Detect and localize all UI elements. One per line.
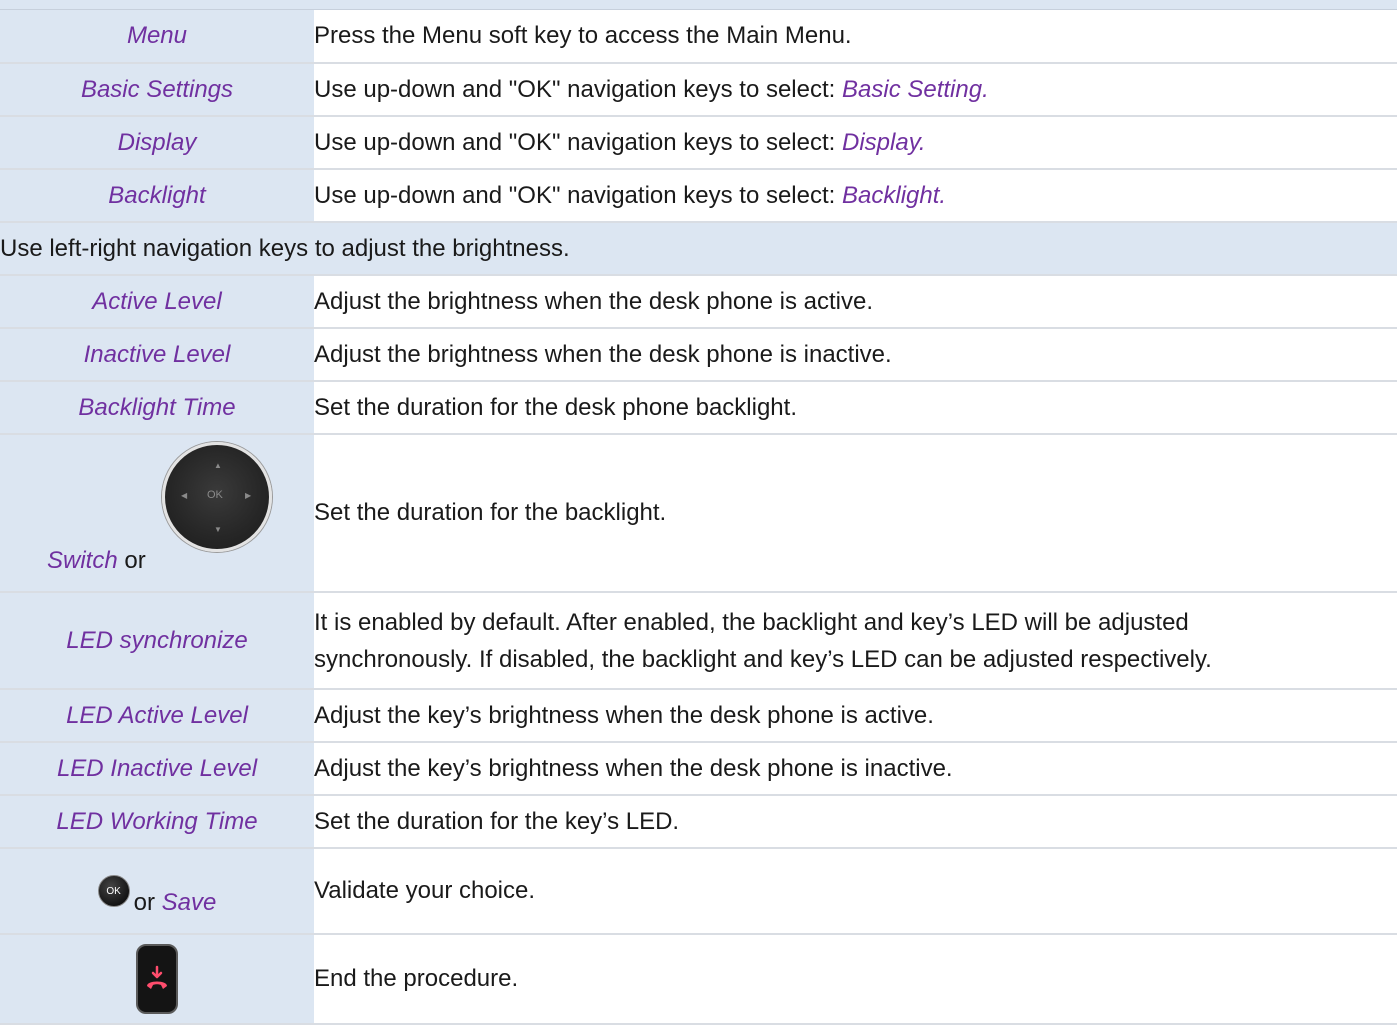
step-key: Backlight bbox=[0, 169, 314, 223]
step-key: LED synchronize bbox=[0, 592, 314, 690]
table-row: End the procedure. bbox=[0, 934, 1397, 1025]
table-row: Use left-right navigation keys to adjust… bbox=[0, 222, 1397, 276]
or-text: or bbox=[133, 889, 155, 916]
section-note: Use left-right navigation keys to adjust… bbox=[0, 222, 1397, 276]
step-description: Adjust the brightness when the desk phon… bbox=[314, 328, 1397, 382]
step-key-switch: ▲ ◀ OK ▶ ▼ Switch or bbox=[0, 434, 314, 593]
step-highlight: Backlight. bbox=[842, 181, 947, 209]
step-description: Set the duration for the key’s LED. bbox=[314, 795, 1397, 849]
table-top-strip bbox=[0, 0, 1397, 10]
step-key: Display bbox=[0, 116, 314, 170]
table-row: LED Active Level Adjust the key’s bright… bbox=[0, 689, 1397, 743]
procedure-table: Menu Press the Menu soft key to access t… bbox=[0, 10, 1397, 1025]
step-description: It is enabled by default. After enabled,… bbox=[314, 592, 1397, 690]
desc-line: It is enabled by default. After enabled,… bbox=[314, 608, 1189, 636]
switch-key: Switch bbox=[47, 547, 118, 574]
ok-label: OK bbox=[207, 489, 223, 501]
ok-button-icon: OK bbox=[97, 875, 130, 907]
arrow-up-icon: ▲ bbox=[214, 461, 222, 470]
arrow-left-icon: ◀ bbox=[181, 491, 188, 500]
step-key: Backlight Time bbox=[0, 381, 314, 435]
table-row: Backlight Time Set the duration for the … bbox=[0, 381, 1397, 435]
step-description: Use up-down and "OK" navigation keys to … bbox=[314, 63, 1397, 117]
step-key: Inactive Level bbox=[0, 328, 314, 382]
hang-up-icon bbox=[147, 965, 167, 989]
end-call-key-icon bbox=[136, 944, 178, 1014]
table-row: OK or Save Validate your choice. bbox=[0, 848, 1397, 935]
step-key: LED Inactive Level bbox=[0, 742, 314, 796]
step-key-end bbox=[0, 934, 314, 1025]
step-text: Use up-down and "OK" navigation keys to … bbox=[314, 75, 842, 103]
arrow-down-icon: ▼ bbox=[214, 525, 222, 534]
step-key: Basic Settings bbox=[0, 63, 314, 117]
step-description: Press the Menu soft key to access the Ma… bbox=[314, 10, 1397, 64]
step-key: LED Active Level bbox=[0, 689, 314, 743]
step-description: Adjust the brightness when the desk phon… bbox=[314, 275, 1397, 329]
table-row: Menu Press the Menu soft key to access t… bbox=[0, 10, 1397, 64]
arrow-right-icon: ▶ bbox=[245, 491, 252, 500]
step-highlight: Display. bbox=[842, 128, 926, 156]
switch-label: Switch or bbox=[47, 547, 146, 575]
or-text: or bbox=[124, 547, 146, 574]
table-row: Basic Settings Use up-down and "OK" navi… bbox=[0, 63, 1397, 117]
step-description: Set the duration for the backlight. bbox=[314, 434, 1397, 593]
table-row: Display Use up-down and "OK" navigation … bbox=[0, 116, 1397, 170]
procedure-document: Menu Press the Menu soft key to access t… bbox=[0, 0, 1397, 1025]
step-text: Use up-down and "OK" navigation keys to … bbox=[314, 128, 842, 156]
step-highlight: Basic Setting. bbox=[842, 75, 989, 103]
step-key: LED Working Time bbox=[0, 795, 314, 849]
step-description: Use up-down and "OK" navigation keys to … bbox=[314, 116, 1397, 170]
save-key: Save bbox=[161, 889, 217, 916]
step-description: Validate your choice. bbox=[314, 848, 1397, 935]
table-row: LED Inactive Level Adjust the key’s brig… bbox=[0, 742, 1397, 796]
table-row: Backlight Use up-down and "OK" navigatio… bbox=[0, 169, 1397, 223]
table-row: Active Level Adjust the brightness when … bbox=[0, 275, 1397, 329]
table-row: ▲ ◀ OK ▶ ▼ Switch or Set the duration fo… bbox=[0, 434, 1397, 593]
step-description: Adjust the key’s brightness when the des… bbox=[314, 689, 1397, 743]
step-key-save: OK or Save bbox=[0, 848, 314, 935]
step-description: Adjust the key’s brightness when the des… bbox=[314, 742, 1397, 796]
table-row: Inactive Level Adjust the brightness whe… bbox=[0, 328, 1397, 382]
step-key: Active Level bbox=[0, 275, 314, 329]
step-text: Press the Menu soft key to access the Ma… bbox=[314, 22, 852, 49]
navigator-pad-icon: ▲ ◀ OK ▶ ▼ bbox=[162, 442, 272, 552]
step-description: Set the duration for the desk phone back… bbox=[314, 381, 1397, 435]
step-description: End the procedure. bbox=[314, 934, 1397, 1025]
step-key: Menu bbox=[0, 10, 314, 64]
table-row: LED synchronize It is enabled by default… bbox=[0, 592, 1397, 690]
step-text: Use up-down and "OK" navigation keys to … bbox=[314, 181, 842, 209]
desc-line: synchronously. If disabled, the backligh… bbox=[314, 645, 1212, 673]
step-description: Use up-down and "OK" navigation keys to … bbox=[314, 169, 1397, 223]
table-row: LED Working Time Set the duration for th… bbox=[0, 795, 1397, 849]
